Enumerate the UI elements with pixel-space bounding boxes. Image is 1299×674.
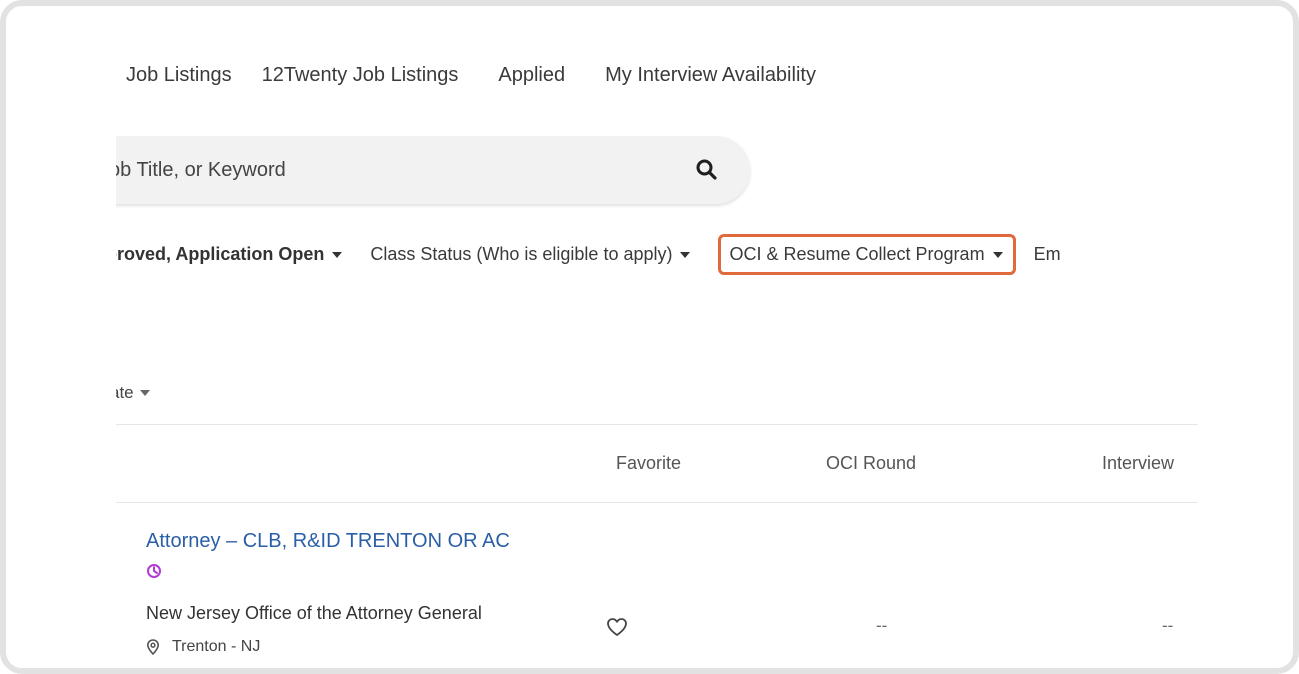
oci-round-value: -- <box>876 616 888 635</box>
heart-outline-icon[interactable] <box>606 617 628 642</box>
filter-oci-program-dropdown[interactable]: OCI & Resume Collect Program <box>718 234 1016 275</box>
tab-my-interview-availability[interactable]: My Interview Availability <box>605 64 816 87</box>
tab-12twenty-job-listings[interactable]: 12Twenty Job Listings <box>262 64 459 87</box>
divider <box>116 424 1198 425</box>
filter-status-label: proved, Application Open <box>116 244 325 264</box>
filter-status-dropdown[interactable]: proved, Application Open <box>116 244 343 265</box>
search-input[interactable] <box>116 136 676 204</box>
search-icon[interactable] <box>694 157 720 183</box>
filter-class-status-dropdown[interactable]: Class Status (Who is eligible to apply) <box>370 244 691 265</box>
location-pin-icon <box>146 639 160 655</box>
column-header-oci-round[interactable]: OCI Round <box>826 453 916 474</box>
filter-bar: proved, Application Open Class Status (W… <box>116 234 1061 275</box>
chevron-down-icon <box>139 390 150 396</box>
tab-applied[interactable]: Applied <box>498 64 565 87</box>
sort-label: ate <box>116 383 134 402</box>
sort-dropdown[interactable]: ate <box>116 383 150 403</box>
divider <box>116 502 1198 503</box>
chevron-down-icon <box>680 251 691 258</box>
job-location-label: Trenton - NJ <box>172 638 261 655</box>
employer-name: New Jersey Office of the Attorney Genera… <box>146 603 482 623</box>
page-viewport: Job Listings 12Twenty Job Listings Appli… <box>116 6 1198 668</box>
column-header-favorite: Favorite <box>616 453 682 473</box>
program-badge-icon <box>147 564 161 578</box>
browser-frame: Job Listings 12Twenty Job Listings Appli… <box>0 0 1299 674</box>
chevron-down-icon <box>992 251 1003 258</box>
filter-employer-label: Em <box>1033 244 1061 264</box>
tab-job-listings[interactable]: Job Listings <box>126 64 232 87</box>
chevron-down-icon <box>332 251 343 258</box>
job-title-link[interactable]: Attorney – CLB, R&ID TRENTON OR AC <box>146 530 510 553</box>
filter-class-status-label: Class Status (Who is eligible to apply) <box>370 244 673 264</box>
filter-oci-program-label: OCI & Resume Collect Program <box>729 244 985 264</box>
search-bar <box>116 136 750 204</box>
column-header-interview[interactable]: Interview <box>1102 453 1174 474</box>
filter-employer-dropdown[interactable]: Em <box>1034 244 1061 265</box>
top-nav: Job Listings 12Twenty Job Listings Appli… <box>116 64 856 87</box>
job-location: Trenton - NJ <box>146 638 260 656</box>
interview-value: -- <box>1162 616 1174 635</box>
